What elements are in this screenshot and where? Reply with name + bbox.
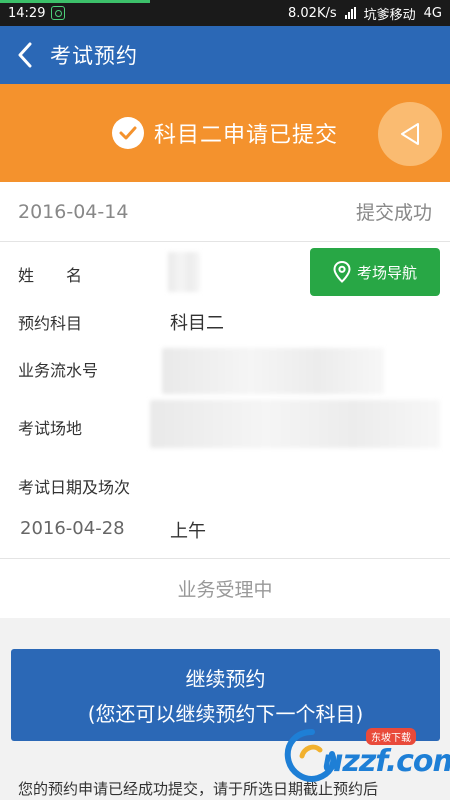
back-arrow-icon <box>18 42 32 68</box>
submission-status: 提交成功 <box>355 202 432 224</box>
venue-label: 考试场地 <box>18 419 83 438</box>
watermark-badge: 东坡下载 <box>366 728 416 745</box>
location-pin-icon <box>333 261 351 283</box>
floating-back-button[interactable] <box>378 102 442 166</box>
process-status-text: 业务受理中 <box>177 579 273 601</box>
triangle-left-icon <box>401 123 419 145</box>
submission-date: 2016-04-14 <box>18 200 129 223</box>
name-label: 姓 名 <box>18 266 83 285</box>
check-circle-icon <box>111 117 144 149</box>
page-title: 考试预约 <box>50 44 138 68</box>
notification-icon <box>51 6 66 20</box>
carrier-name: 坑爹移动 <box>363 7 416 23</box>
exam-session-value: 上午 <box>170 521 206 542</box>
submission-row: 2016-04-14 提交成功 <box>0 182 450 242</box>
exam-navigation-button[interactable]: 考场导航 <box>310 248 440 296</box>
status-time: 14:29 <box>8 5 46 21</box>
watermark-logo: 东坡下载 uzzf.com <box>282 722 450 792</box>
serial-number-label: 业务流水号 <box>18 361 99 380</box>
venue-redacted <box>150 400 440 448</box>
subject-label: 预约科目 <box>18 314 83 333</box>
continue-booking-label: 继续预约 <box>185 667 266 691</box>
banner-text: 科目二申请已提交 <box>153 123 338 148</box>
exam-navigation-label: 考场导航 <box>356 263 417 282</box>
network-type: 4G <box>423 5 442 21</box>
exam-date-label: 考试日期及场次 <box>18 478 131 497</box>
signal-icon <box>344 7 356 19</box>
title-bar: 考试预约 <box>0 26 450 84</box>
serial-number-redacted <box>162 348 384 394</box>
subject-value: 科目二 <box>170 313 224 334</box>
network-speed: 8.02K/s <box>288 5 337 21</box>
watermark-text: uzzf.com <box>322 744 450 779</box>
process-status: 业务受理中 <box>0 558 450 618</box>
appointment-details: 姓 名 考场导航 预约科目 科目二 业务流水号 考试场地 考试日期及场次 201… <box>0 242 450 558</box>
back-button[interactable] <box>0 26 50 84</box>
status-bar: 14:29 8.02K/s 坑爹移动 4G <box>0 0 450 26</box>
name-value-redacted <box>168 252 200 292</box>
loading-progress <box>0 0 150 3</box>
exam-date-value: 2016-04-28 <box>20 518 125 539</box>
